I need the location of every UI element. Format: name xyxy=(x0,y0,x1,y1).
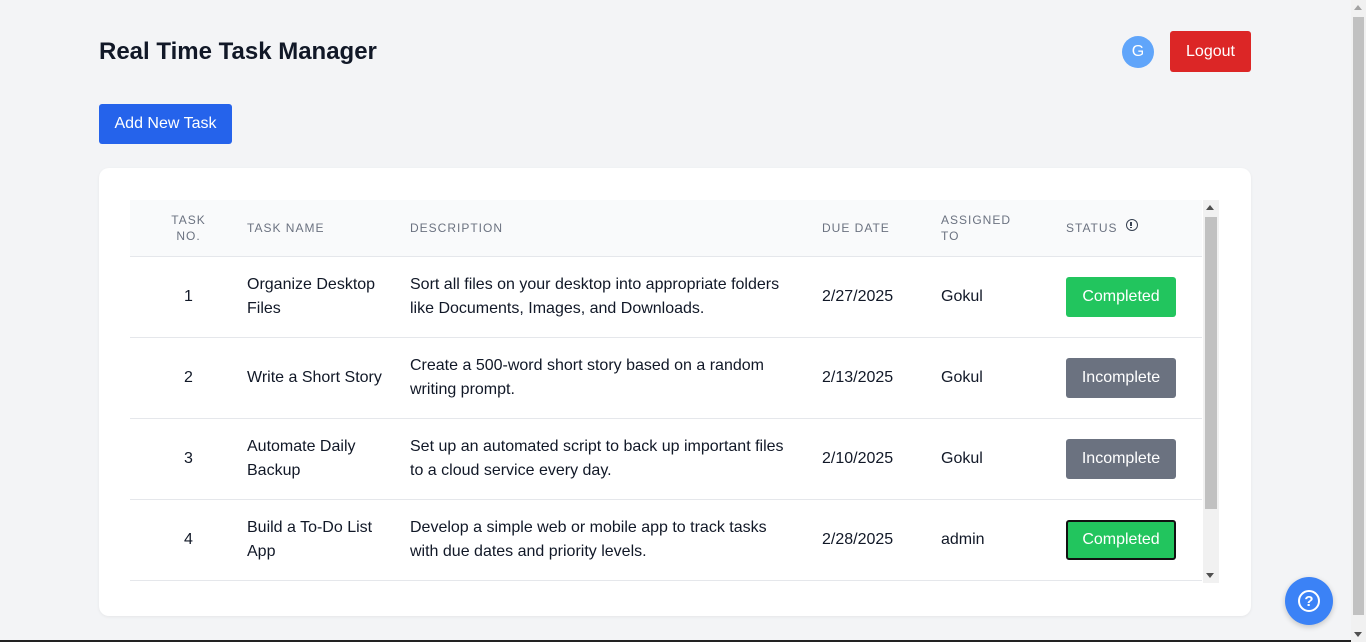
scroll-down-arrow-icon[interactable] xyxy=(1206,573,1214,578)
info-icon[interactable] xyxy=(1125,218,1138,231)
header-task-no-label: TASK NO. xyxy=(171,212,206,243)
help-button[interactable]: ? xyxy=(1285,577,1333,625)
task-name-cell: Write a Short Story xyxy=(247,368,382,386)
table-scrollbar-thumb[interactable] xyxy=(1205,217,1217,509)
page-scroll-down-arrow-icon[interactable] xyxy=(1354,632,1362,637)
table-row: 4 Build a To-Do List App Develop a simpl… xyxy=(130,499,1202,580)
status-toggle-button[interactable]: Completed xyxy=(1066,519,1176,560)
page-scrollbar[interactable] xyxy=(1351,0,1366,642)
status-cell: Completed xyxy=(1066,256,1202,337)
page: Real Time Task Manager G Logout Add New … xyxy=(0,0,1366,642)
page-scrollbar-thumb[interactable] xyxy=(1353,17,1364,615)
task-no-cell: 1 xyxy=(184,287,193,305)
task-name-cell: Organize Desktop Files xyxy=(247,275,376,317)
task-table-card: TASK NO. TASK NAME DESCRIPTION DUE DATE … xyxy=(99,168,1251,616)
header: Real Time Task Manager G Logout xyxy=(99,31,1251,72)
status-cell: Completed xyxy=(1066,499,1202,580)
task-name-cell: Build a To-Do List App xyxy=(247,518,373,560)
header-task-no: TASK NO. xyxy=(130,200,247,256)
due-date-cell: 2/10/2025 xyxy=(822,449,894,467)
task-no-cell: 3 xyxy=(184,449,193,467)
table-scrollbar[interactable] xyxy=(1203,200,1219,583)
due-date-cell: 2/13/2025 xyxy=(822,368,894,386)
header-status-label: STATUS xyxy=(1066,220,1118,235)
task-description-cell: Set up an automated script to back up im… xyxy=(410,437,784,479)
status-toggle-button[interactable]: Incomplete xyxy=(1066,357,1176,398)
status-cell: Incomplete xyxy=(1066,418,1202,499)
assigned-to-cell: Gokul xyxy=(941,287,983,305)
task-description-cell: Develop a simple web or mobile app to tr… xyxy=(410,518,767,560)
header-actions: G Logout xyxy=(1122,31,1251,72)
header-task-name: TASK NAME xyxy=(247,220,325,235)
logout-button[interactable]: Logout xyxy=(1170,31,1251,72)
page-title: Real Time Task Manager xyxy=(99,37,377,65)
header-description: DESCRIPTION xyxy=(410,220,504,235)
task-no-cell: 4 xyxy=(184,530,193,548)
status-toggle-button[interactable]: Completed xyxy=(1066,276,1176,317)
avatar[interactable]: G xyxy=(1122,35,1154,68)
header-assigned-to-label: ASSIGNED TO xyxy=(941,212,1012,243)
due-date-cell: 2/27/2025 xyxy=(822,287,894,305)
page-scroll-up-arrow-icon[interactable] xyxy=(1354,5,1362,10)
task-no-cell: 2 xyxy=(184,368,193,386)
status-toggle-button[interactable]: Incomplete xyxy=(1066,438,1176,479)
header-status: STATUS xyxy=(1066,200,1202,256)
task-description-cell: Create a 500-word short story based on a… xyxy=(410,356,764,398)
due-date-cell: 2/28/2025 xyxy=(822,530,894,548)
header-assigned-to: ASSIGNED TO xyxy=(941,200,1066,256)
assigned-to-cell: Gokul xyxy=(941,368,983,386)
task-description-cell: Sort all files on your desktop into appr… xyxy=(410,275,780,317)
table-row: 1 Organize Desktop Files Sort all files … xyxy=(130,256,1202,337)
assigned-to-cell: admin xyxy=(941,530,985,548)
table-header-row: TASK NO. TASK NAME DESCRIPTION DUE DATE … xyxy=(130,200,1202,256)
question-circle-icon: ? xyxy=(1298,590,1320,612)
add-new-task-button[interactable]: Add New Task xyxy=(99,104,232,144)
scroll-up-arrow-icon[interactable] xyxy=(1206,205,1214,210)
assigned-to-cell: Gokul xyxy=(941,449,983,467)
task-table-container[interactable]: TASK NO. TASK NAME DESCRIPTION DUE DATE … xyxy=(130,200,1219,583)
table-row: 3 Automate Daily Backup Set up an automa… xyxy=(130,418,1202,499)
task-name-cell: Automate Daily Backup xyxy=(247,437,356,479)
task-table: TASK NO. TASK NAME DESCRIPTION DUE DATE … xyxy=(130,200,1202,581)
status-cell: Incomplete xyxy=(1066,337,1202,418)
header-due-date: DUE DATE xyxy=(822,220,890,235)
table-row: 2 Write a Short Story Create a 500-word … xyxy=(130,337,1202,418)
